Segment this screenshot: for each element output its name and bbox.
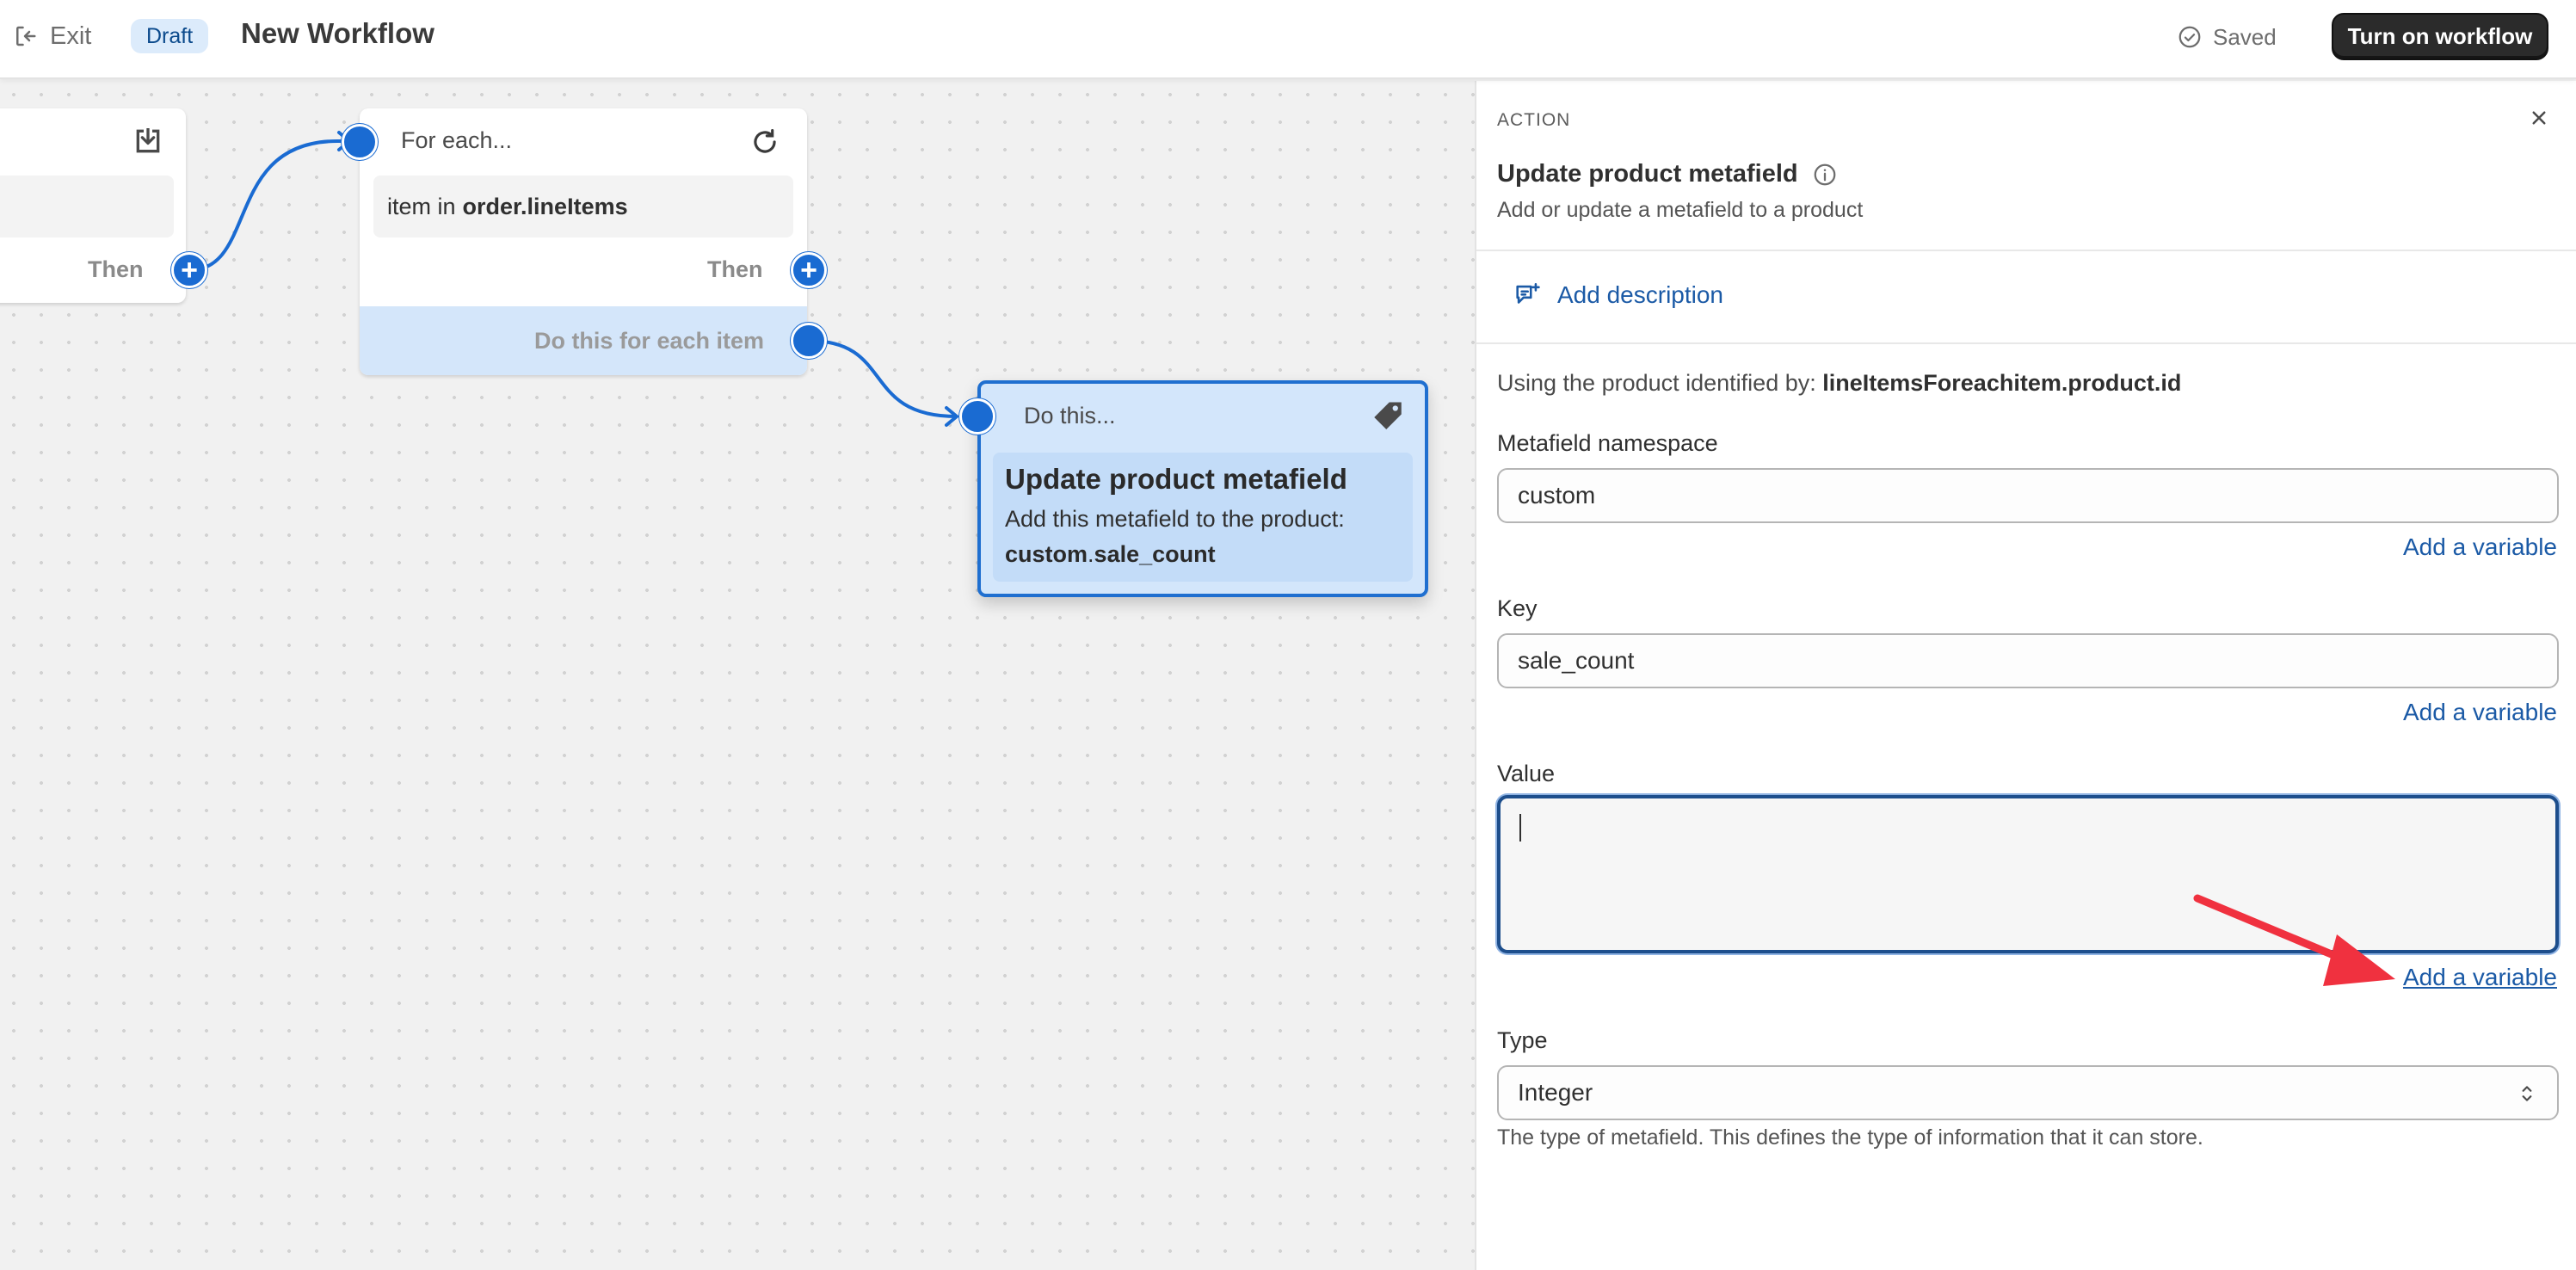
action-key-name: sale_count	[1094, 541, 1216, 567]
key-add-variable-link[interactable]: Add a variable	[2403, 699, 2557, 726]
foreach-each-item-row[interactable]: Do this for each item	[360, 306, 807, 375]
saved-status: Saved	[2177, 21, 2277, 53]
comment-add-icon	[1516, 282, 1540, 304]
value-textarea[interactable]	[1497, 795, 2559, 953]
panel-kicker: ACTION	[1497, 110, 1571, 130]
foreach-add-step-button[interactable]: +	[791, 252, 827, 288]
namespace-value: custom	[1518, 482, 1596, 509]
download-icon	[136, 128, 160, 153]
info-icon[interactable]	[1812, 162, 1838, 188]
key-value: sale_count	[1518, 647, 1635, 674]
key-label: Key	[1497, 595, 1538, 621]
top-bar: Exit Draft New Workflow Saved Turn on wo…	[0, 0, 2576, 79]
refresh-icon	[754, 128, 776, 153]
foreach-each-output-port[interactable]	[791, 323, 827, 359]
namespace-label: Metafield namespace	[1497, 430, 1718, 456]
using-value: lineItemsForeachitem.product.id	[1822, 370, 2182, 396]
namespace-input[interactable]: custom	[1497, 468, 2559, 523]
action-summary: Update product metafield Add this metafi…	[993, 453, 1413, 582]
divider	[1476, 250, 2576, 251]
action-input-port[interactable]	[959, 398, 995, 435]
exit-icon	[16, 26, 36, 46]
action-metafield-key: custom.sale_count	[1005, 541, 1401, 568]
value-add-variable-link[interactable]: Add a variable	[2403, 964, 2557, 991]
foreach-collection-field: item in order.lineItems	[373, 176, 793, 237]
type-selected-value: Integer	[1518, 1079, 1593, 1106]
action-heading: Do this...	[1024, 403, 1116, 428]
action-description: Add this metafield to the product:	[1005, 506, 1345, 532]
check-circle-icon	[2179, 26, 2201, 48]
select-chevron-icon	[2522, 1086, 2532, 1101]
value-label: Value	[1497, 761, 1556, 786]
saved-label: Saved	[2213, 23, 2277, 50]
exit-label: Exit	[50, 22, 92, 50]
action-key-separator: .	[1088, 541, 1094, 567]
type-label: Type	[1497, 1027, 1548, 1053]
add-description-label: Add description	[1557, 281, 1724, 308]
panel-title: Update product metafield	[1497, 160, 1838, 188]
foreach-field-prefix: item in	[387, 193, 456, 219]
status-badge: Draft	[131, 19, 209, 53]
workflow-canvas[interactable]: Then + For each... item in order.lineIte…	[0, 81, 1475, 1270]
product-identifier-text: Using the product identified by: lineIte…	[1497, 370, 2181, 397]
exit-button[interactable]: Exit	[12, 19, 91, 53]
foreach-heading: For each...	[401, 127, 513, 153]
add-description-button[interactable]: Add description	[1513, 281, 1723, 310]
text-caret	[1519, 814, 1521, 842]
foreach-field-value: order.lineItems	[462, 193, 628, 219]
panel-title-text: Update product metafield	[1497, 160, 1798, 188]
action-config-panel: ACTION Update product metafield Add or u…	[1475, 81, 2576, 1270]
workflow-title[interactable]: New Workflow	[241, 17, 434, 50]
type-help-text: The type of metafield. This defines the …	[1497, 1125, 2203, 1150]
action-card-selected[interactable]: Do this... Update product metafield Add …	[977, 380, 1428, 597]
type-select[interactable]: Integer	[1497, 1065, 2559, 1120]
foreach-input-port[interactable]	[342, 124, 378, 160]
namespace-add-variable-link[interactable]: Add a variable	[2403, 533, 2557, 561]
using-prefix: Using the product identified by:	[1497, 370, 1816, 396]
foreach-then-label: Then	[707, 256, 763, 282]
close-icon[interactable]	[2526, 105, 2552, 131]
trigger-then-label: Then	[88, 256, 144, 282]
key-input[interactable]: sale_count	[1497, 633, 2559, 688]
divider	[1476, 342, 2576, 344]
trigger-card[interactable]: Then	[0, 108, 186, 303]
action-key-namespace: custom	[1005, 541, 1088, 567]
panel-subtitle: Add or update a metafield to a product	[1497, 198, 1864, 222]
each-item-label: Do this for each item	[533, 327, 764, 354]
action-title: Update product metafield	[1005, 463, 1347, 495]
tag-icon	[1374, 402, 1402, 429]
trigger-field	[0, 176, 174, 237]
trigger-add-step-button[interactable]: +	[171, 252, 207, 288]
foreach-card[interactable]: For each... item in order.lineItems Then…	[360, 108, 807, 375]
turn-on-workflow-button[interactable]: Turn on workflow	[2332, 13, 2548, 60]
